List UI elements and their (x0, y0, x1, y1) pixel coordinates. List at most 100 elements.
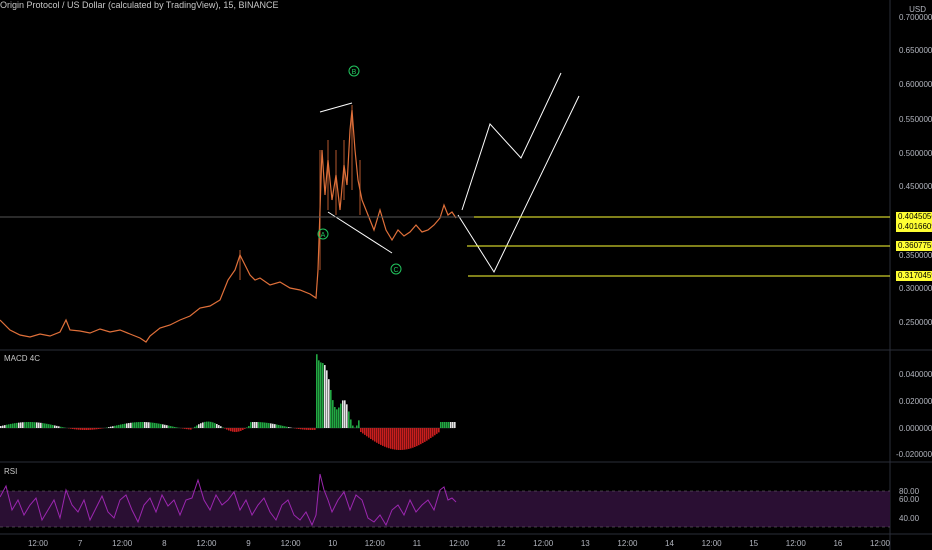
macd-bar (56, 425, 58, 428)
price-tick: 0.25000000 (899, 318, 932, 327)
macd-bar (50, 424, 52, 428)
macd-bar (282, 425, 284, 428)
macd-bar (32, 422, 34, 428)
macd-bar (206, 421, 208, 428)
time-tick: 12 (496, 539, 506, 548)
macd-bar (230, 428, 232, 432)
macd-bar (62, 427, 64, 428)
macd-bar (320, 362, 322, 428)
price-tick: 0.35000000 (899, 251, 932, 260)
macd-bar (96, 428, 98, 430)
macd-bar (448, 422, 450, 428)
level-tag: 0.36077556 (896, 241, 932, 251)
macd-bar (108, 427, 110, 428)
macd-bar (238, 428, 240, 432)
macd-bar (212, 422, 214, 428)
macd-bar (76, 428, 78, 430)
macd-bar (414, 428, 416, 447)
macd-bar (30, 422, 32, 428)
macd-bar (404, 428, 406, 450)
macd-bar (26, 422, 28, 428)
macd-bar (280, 425, 282, 428)
macd-bar (48, 424, 50, 428)
level-tag: 0.31704593 (896, 271, 932, 281)
macd-bar (188, 428, 190, 430)
macd-bar (272, 423, 274, 428)
macd-bar (388, 428, 390, 449)
macd-bar (140, 422, 142, 428)
time-tick: 11 (412, 539, 422, 548)
elliott-wave-lines[interactable] (319, 72, 580, 274)
macd-bar (306, 428, 308, 430)
macd-bar (128, 423, 130, 428)
macd-bar (176, 427, 178, 428)
macd-bar (16, 422, 18, 428)
macd-bar (118, 424, 120, 428)
macd-bar (316, 354, 318, 428)
macd-bar (304, 428, 306, 430)
macd-bar (138, 422, 140, 428)
macd-bar (112, 426, 114, 428)
macd-bar (370, 428, 372, 440)
macd-tick: 0.02000000 (899, 397, 932, 406)
macd-bar (22, 422, 24, 428)
macd-bar (52, 424, 54, 428)
macd-bar (88, 428, 90, 430)
macd-bar (366, 428, 368, 437)
macd-bar (208, 421, 210, 428)
macd-bar (284, 426, 286, 428)
macd-bar (122, 424, 124, 428)
macd-bar (10, 423, 12, 428)
macd-bar (452, 422, 454, 428)
macd-bar (310, 428, 312, 430)
time-tick: 12:00 (448, 539, 470, 548)
macd-bar (126, 423, 128, 428)
macd-bar (134, 422, 136, 428)
macd-bar (152, 422, 154, 428)
macd-bar (412, 428, 414, 448)
macd-bar (44, 423, 46, 428)
macd-bar (80, 428, 82, 430)
macd-bar (420, 428, 422, 445)
macd-bar (98, 428, 100, 429)
macd-bar (156, 423, 158, 428)
macd-bar (426, 428, 428, 441)
macd-bar (194, 426, 196, 428)
macd-bar (360, 428, 362, 432)
macd-bar (20, 422, 22, 428)
macd-bar (324, 365, 326, 428)
level-tag: 0.40166095 (896, 222, 932, 232)
macd-bar (356, 425, 358, 428)
macd-bar (42, 423, 44, 428)
macd-bar (18, 422, 20, 428)
macd-bar (386, 428, 388, 448)
macd-bar (430, 428, 432, 439)
macd-bar (100, 428, 102, 429)
macd-bar (424, 428, 426, 442)
horizontal-levels[interactable] (0, 216, 890, 277)
macd-bar (142, 422, 144, 428)
macd-bar (378, 428, 380, 444)
macd-bar (410, 428, 412, 449)
macd-bar (46, 423, 48, 428)
macd-bar (28, 422, 30, 428)
macd-bar (442, 422, 444, 428)
macd-bar (144, 422, 146, 428)
macd-bar (130, 422, 132, 428)
macd-bar (132, 422, 134, 428)
macd-bar (286, 426, 288, 428)
macd-bar (92, 428, 94, 430)
macd-bar (78, 428, 80, 430)
macd-bar (346, 404, 348, 428)
time-tick: 12:00 (27, 539, 49, 548)
macd-bar (432, 428, 434, 437)
macd-bar (114, 425, 116, 428)
macd-bar (36, 422, 38, 428)
time-tick: 16 (833, 539, 843, 548)
macd-bar (392, 428, 394, 450)
macd-bar (384, 428, 386, 447)
macd-bar (164, 424, 166, 428)
macd-bar (254, 422, 256, 428)
time-tick: 12:00 (785, 539, 806, 548)
macd-tick: 0.04000000 (899, 370, 932, 379)
